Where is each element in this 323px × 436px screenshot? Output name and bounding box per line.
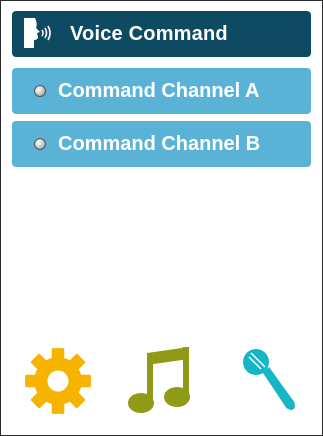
voice-command-header[interactable]: Voice Command [12,11,311,57]
microphone-icon[interactable] [241,347,299,413]
app-frame: Voice Command Command Channel A Command … [0,0,323,436]
header-title: Voice Command [70,22,228,45]
speaking-head-icon [24,18,51,48]
gear-icon[interactable] [23,346,93,416]
radio-dot-icon[interactable] [34,138,46,150]
command-channel-b[interactable]: Command Channel B [12,121,311,167]
command-channel-a[interactable]: Command Channel A [12,68,311,114]
radio-dot-icon[interactable] [34,85,46,97]
command-channel-a-label: Command Channel A [58,79,260,102]
music-note-icon[interactable] [127,345,193,415]
command-channel-b-label: Command Channel B [58,132,261,155]
